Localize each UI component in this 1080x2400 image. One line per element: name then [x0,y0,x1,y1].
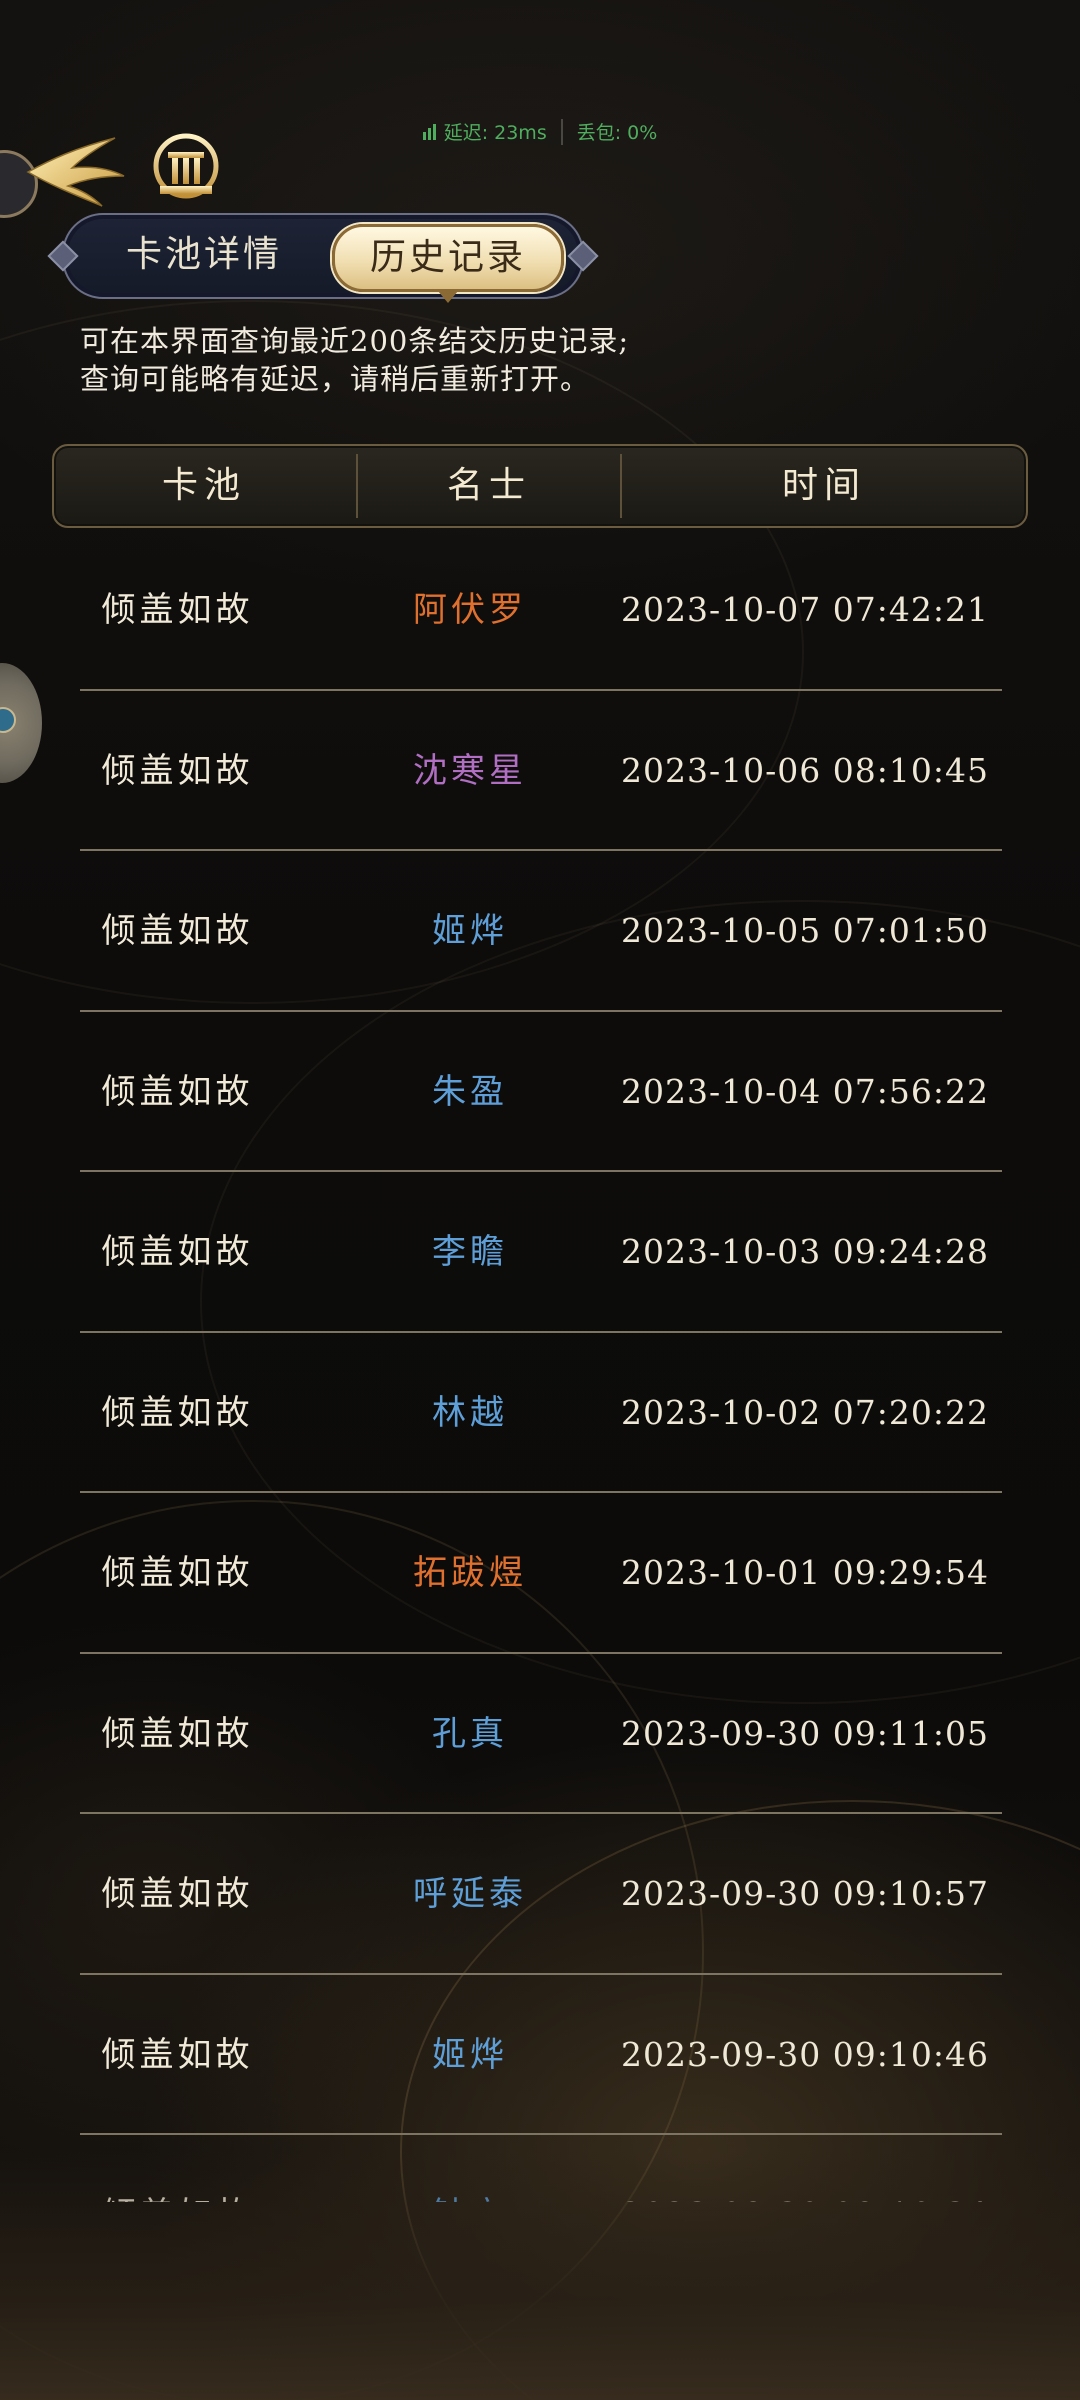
table-row: 倾盖如故 呼延泰 2023-09-30 09:10:57 [80,1814,1002,1975]
tab-bar: 卡池详情 历史记录 [47,213,599,303]
table-row: 倾盖如故 姬烨 2023-09-30 09:10:46 [80,1975,1002,2135]
row-time: 2023-10-07 07:42:21 [621,590,989,629]
packet-loss-text: 丢包: 0% [576,122,658,144]
back-wing-icon [26,137,125,207]
table-header: 卡池 名士 时间 [52,444,1028,528]
row-time: 2023-10-05 07:01:50 [621,911,989,950]
row-hero-name: 李瞻 [432,1232,508,1272]
history-notice: 可在本界面查询最近200条结交历史记录; 查询可能略有延迟，请稍后重新打开。 [80,322,980,398]
row-pool: 倾盖如故 [101,1874,254,1914]
row-hero-name: 呼延泰 [413,1874,527,1914]
tab-history[interactable]: 历史记录 [332,224,564,303]
table-row: 倾盖如故 朱盈 2023-10-04 07:56:22 [80,1012,1002,1172]
table-row: 倾盖如故 姬烨 2023-10-05 07:01:50 [80,851,1002,1012]
column-header-hero: 名士 [446,465,531,506]
table-row: 倾盖如故 沈寒星 2023-10-06 08:10:45 [80,691,1002,851]
row-hero-name: 姬烨 [432,911,508,951]
row-pool: 倾盖如故 [101,590,254,630]
row-hero-name: 沈寒星 [413,750,527,791]
history-list[interactable]: 倾盖如故 阿伏罗 2023-10-07 07:42:21 倾盖如故 沈寒星 2023-10… [80,530,1002,2202]
row-pool: 倾盖如故 [101,911,254,951]
row-hero-name: 钟宁 [370,2185,570,2202]
table-row: 倾盖如故 林越 2023-10-02 07:20:22 [80,1333,1002,1493]
row-pool: 倾盖如故 [101,2034,254,2075]
drawer-gem-icon [0,707,16,733]
row-time: 2023-10-02 07:20:22 [621,1392,989,1432]
row-time: 2023-09-30 09:10:46 [621,2034,989,2074]
row-time: 2023-09-30 09:10:57 [621,1874,989,1913]
status-divider [560,119,563,145]
notice-line: 可在本界面查询最近200条结交历史记录; [80,324,630,358]
row-pool: 倾盖如故 [101,1071,254,1112]
home-button[interactable] [150,130,222,202]
latency-text: 延迟: 23ms [443,122,547,144]
column-header-time: 时间 [781,465,866,506]
row-pool: 倾盖如故 [101,1553,254,1593]
tab-bar-ornament [567,240,599,272]
tab-history-label: 历史记录 [369,237,526,278]
row-hero-name: 拓跋煜 [413,1553,527,1593]
gacha-history-screen: 延迟: 23ms 丢包: 0% 卡池详情 历史记录 可在本界面查询最近200条结… [0,0,1080,2400]
row-hero-name: 朱盈 [432,1071,508,1112]
table-row: 倾盖如故 李瞻 2023-10-03 09:24:28 [80,1172,1002,1333]
row-time: 2023-10-03 09:24:28 [621,1232,989,1271]
notice-line: 查询可能略有延迟，请稍后重新打开。 [80,362,591,396]
row-hero-name: 孔真 [432,1713,508,1754]
table-row: 倾盖如故 钟宁 2023-09-30 09:10:34 [80,2135,1002,2202]
row-hero-name: 林越 [432,1392,508,1433]
tab-pool-details[interactable]: 卡池详情 [104,224,304,286]
row-time: 2023-10-06 08:10:45 [621,750,989,790]
row-pool: 倾盖如故 [101,1232,254,1272]
table-row: 倾盖如故 阿伏罗 2023-10-07 07:42:21 [80,530,1002,691]
row-hero-name: 阿伏罗 [413,590,527,630]
signal-icon [422,123,438,145]
home-pillar-icon [153,133,219,199]
row-time: 2023-10-01 09:29:54 [621,1553,989,1592]
row-pool: 倾盖如故 [80,2185,275,2202]
column-header-pool: 卡池 [161,465,246,506]
row-time: 2023-10-04 07:56:22 [621,1071,989,1111]
side-drawer-handle[interactable] [0,663,42,783]
table-row: 倾盖如故 孔真 2023-09-30 09:11:05 [80,1654,1002,1814]
row-pool: 倾盖如故 [101,1713,254,1754]
table-row: 倾盖如故 拓跋煜 2023-10-01 09:29:54 [80,1493,1002,1654]
row-time: 2023-09-30 09:10:34 [620,2185,990,2202]
row-pool: 倾盖如故 [101,1392,254,1433]
active-tab-indicator [438,291,458,303]
tab-bar-ornament [47,240,79,272]
row-pool: 倾盖如故 [101,750,254,791]
row-time: 2023-09-30 09:11:05 [621,1713,989,1753]
row-hero-name: 姬烨 [432,2034,508,2075]
back-button[interactable] [20,130,130,210]
